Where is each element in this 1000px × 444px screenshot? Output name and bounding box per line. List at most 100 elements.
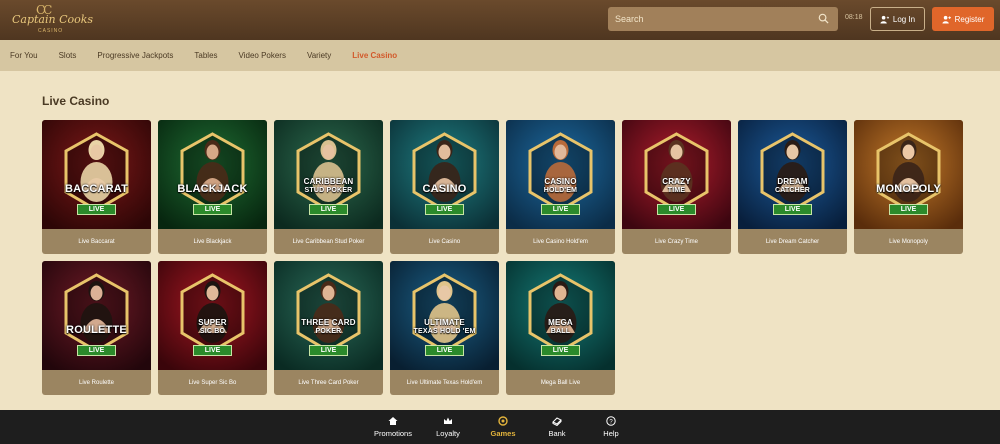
game-thumbnail[interactable]: CASINO LIVE <box>390 120 499 229</box>
game-card[interactable]: BACCARAT LIVE Live Baccarat <box>42 120 151 254</box>
search-box <box>608 7 838 31</box>
game-title-art: BALL <box>550 328 571 335</box>
search-icon[interactable] <box>818 13 829 24</box>
game-label[interactable]: Live Crazy Time <box>622 229 731 254</box>
footer-item-bank[interactable]: Bank <box>527 416 587 438</box>
live-badge: LIVE <box>309 345 348 356</box>
game-card[interactable]: CASINO HOLD'EM LIVE Live Casino Hold'em <box>506 120 615 254</box>
game-thumbnail[interactable]: CARIBBEAN STUD POKER LIVE <box>274 120 383 229</box>
bottom-nav: Promotions Loyalty Games Bank ? Help <box>0 410 1000 444</box>
footer-label: Bank <box>548 429 566 438</box>
nav-item-for-you[interactable]: For You <box>10 51 38 60</box>
game-thumbnail[interactable]: THREE CARD POKER LIVE <box>274 261 383 370</box>
game-thumbnail[interactable]: BLACKJACK LIVE <box>158 120 267 229</box>
game-card[interactable]: MONOPOLY LIVE Live Monopoly <box>854 120 963 254</box>
game-card[interactable]: THREE CARD POKER LIVE Live Three Card Poker <box>274 261 383 395</box>
footer-item-loyalty[interactable]: Loyalty <box>418 416 478 438</box>
game-title-art: STUD POKER <box>304 187 353 194</box>
live-badge: LIVE <box>193 204 232 215</box>
register-button[interactable]: Register <box>932 7 994 31</box>
live-badge: LIVE <box>541 345 580 356</box>
footer-item-help[interactable]: ? Help <box>581 416 641 438</box>
nav-item-slots[interactable]: Slots <box>59 51 77 60</box>
brand-logo[interactable]: CC Captain Cooks CASINO <box>12 3 93 37</box>
game-thumbnail[interactable]: MONOPOLY LIVE <box>854 120 963 229</box>
nav-item-progressive-jackpots[interactable]: Progressive Jackpots <box>97 51 173 60</box>
game-title-art: SIC BO <box>199 328 226 335</box>
section-title: Live Casino <box>42 94 110 108</box>
game-thumbnail[interactable]: DREAM CATCHER LIVE <box>738 120 847 229</box>
game-title-art: TEXAS HOLD 'EM <box>413 328 476 335</box>
game-title-art: BACCARAT <box>64 183 129 195</box>
game-thumbnail[interactable]: CRAZY TIME LIVE <box>622 120 731 229</box>
game-label[interactable]: Live Ultimate Texas Hold'em <box>390 370 499 395</box>
nav-item-video-pokers[interactable]: Video Pokers <box>239 51 286 60</box>
game-title-art: CASINO <box>422 183 467 195</box>
game-label[interactable]: Live Caribbean Stud Poker <box>274 229 383 254</box>
game-card[interactable]: CASINO LIVE Live Casino <box>390 120 499 254</box>
live-badge: LIVE <box>77 204 116 215</box>
home-icon <box>388 417 398 425</box>
game-card[interactable]: CRAZY TIME LIVE Live Crazy Time <box>622 120 731 254</box>
help-icon: ? <box>606 416 616 426</box>
register-user-icon <box>942 15 951 24</box>
footer-item-games[interactable]: Games <box>473 416 533 438</box>
footer-item-promotions[interactable]: Promotions <box>363 416 423 438</box>
game-thumbnail[interactable]: ULTIMATE TEXAS HOLD 'EM LIVE <box>390 261 499 370</box>
bank-icon <box>552 417 562 426</box>
live-badge: LIVE <box>541 204 580 215</box>
games-icon <box>498 416 508 426</box>
game-label[interactable]: Live Baccarat <box>42 229 151 254</box>
game-label[interactable]: Live Roulette <box>42 370 151 395</box>
game-title-art: CATCHER <box>774 187 811 194</box>
game-thumbnail[interactable]: ROULETTE LIVE <box>42 261 151 370</box>
game-label[interactable]: Live Blackjack <box>158 229 267 254</box>
live-badge: LIVE <box>425 345 464 356</box>
footer-label: Loyalty <box>436 429 460 438</box>
game-title-art: MEGA <box>548 318 573 327</box>
top-header: CC Captain Cooks CASINO 08:18 Log In Reg… <box>0 0 1000 40</box>
game-card[interactable]: SUPER SIC BO LIVE Live Super Sic Bo <box>158 261 267 395</box>
live-badge: LIVE <box>889 204 928 215</box>
game-label[interactable]: Live Three Card Poker <box>274 370 383 395</box>
game-title-art: THREE CARD <box>301 318 356 327</box>
game-title-art: CASINO <box>544 177 577 186</box>
game-label[interactable]: Live Casino <box>390 229 499 254</box>
nav-item-tables[interactable]: Tables <box>194 51 217 60</box>
game-thumbnail[interactable]: MEGA BALL LIVE <box>506 261 615 370</box>
game-thumbnail[interactable]: BACCARAT LIVE <box>42 120 151 229</box>
game-thumbnail[interactable]: SUPER SIC BO LIVE <box>158 261 267 370</box>
search-input[interactable] <box>615 14 805 24</box>
game-card[interactable]: ULTIMATE TEXAS HOLD 'EM LIVE Live Ultimate … <box>390 261 499 395</box>
live-badge: LIVE <box>309 204 348 215</box>
game-title-art: DREAM <box>777 177 808 186</box>
game-title-art: BLACKJACK <box>177 183 248 195</box>
game-label[interactable]: Live Monopoly <box>854 229 963 254</box>
game-title-art: TIME <box>667 187 686 194</box>
login-label: Log In <box>892 14 916 24</box>
live-badge: LIVE <box>773 204 812 215</box>
game-title-art: HOLD'EM <box>543 187 578 194</box>
game-label[interactable]: Live Casino Hold'em <box>506 229 615 254</box>
game-label[interactable]: Mega Ball Live <box>506 370 615 395</box>
game-card[interactable]: BLACKJACK LIVE Live Blackjack <box>158 120 267 254</box>
nav-item-variety[interactable]: Variety <box>307 51 331 60</box>
game-card[interactable]: MEGA BALL LIVE Mega Ball Live <box>506 261 615 395</box>
brand-sub: CASINO <box>38 28 64 34</box>
footer-label: Promotions <box>374 429 412 438</box>
nav-item-live-casino[interactable]: Live Casino <box>352 51 397 60</box>
game-label[interactable]: Live Super Sic Bo <box>158 370 267 395</box>
game-title-art: MONOPOLY <box>876 183 941 195</box>
game-title-art: ROULETTE <box>66 324 127 336</box>
game-card[interactable]: ROULETTE LIVE Live Roulette <box>42 261 151 395</box>
game-card[interactable]: CARIBBEAN STUD POKER LIVE Live Caribbean St… <box>274 120 383 254</box>
game-label[interactable]: Live Dream Catcher <box>738 229 847 254</box>
category-nav: For You Slots Progressive Jackpots Table… <box>0 40 1000 71</box>
register-label: Register <box>954 14 985 24</box>
footer-label: Help <box>603 429 619 438</box>
game-thumbnail[interactable]: CASINO HOLD'EM LIVE <box>506 120 615 229</box>
live-badge: LIVE <box>193 345 232 356</box>
game-card[interactable]: DREAM CATCHER LIVE Live Dream Catcher <box>738 120 847 254</box>
live-badge: LIVE <box>425 204 464 215</box>
login-button[interactable]: Log In <box>870 7 925 31</box>
